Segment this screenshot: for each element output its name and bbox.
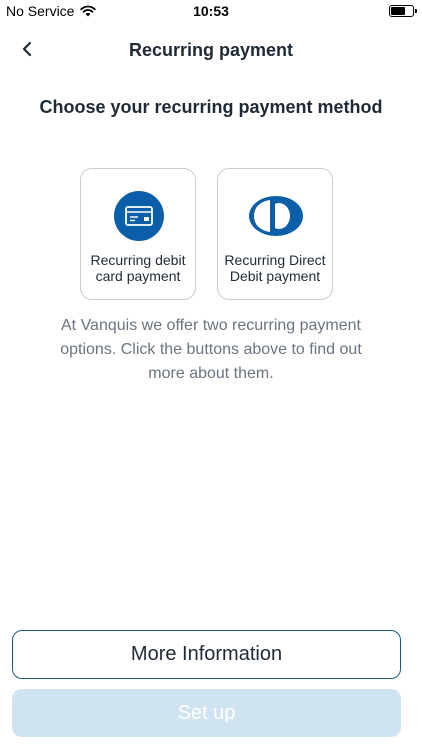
set-up-button[interactable]: Set up — [12, 689, 401, 737]
status-time: 10:53 — [193, 3, 229, 19]
battery-level — [391, 7, 405, 15]
debit-card-icon — [114, 191, 164, 241]
debit-card-label-line1: Recurring debit — [90, 252, 186, 268]
direct-debit-option[interactable]: Recurring Direct Debit payment — [217, 168, 333, 300]
nav-bar: Recurring payment — [0, 30, 422, 70]
status-bar: No Service 10:53 — [0, 0, 422, 22]
direct-debit-label-line2: Debit payment — [229, 268, 321, 284]
debit-card-option[interactable]: Recurring debit card payment — [80, 168, 196, 300]
debit-card-label-line2: card payment — [95, 268, 181, 284]
battery-icon — [389, 5, 417, 17]
direct-debit-icon — [249, 196, 303, 236]
description-text: At Vanquis we offer two recurring paymen… — [60, 317, 362, 382]
section-heading: Choose your recurring payment method — [39, 97, 383, 117]
page-title: Recurring payment — [128, 40, 294, 60]
debit-card-option-label: Recurring debit card payment — [81, 252, 195, 284]
direct-debit-option-label: Recurring Direct Debit payment — [218, 252, 332, 284]
direct-debit-label-line1: Recurring Direct — [224, 252, 326, 268]
screen: No Service 10:53 Recurring payment Choos… — [0, 0, 422, 750]
more-information-button[interactable]: More Information — [12, 630, 401, 679]
